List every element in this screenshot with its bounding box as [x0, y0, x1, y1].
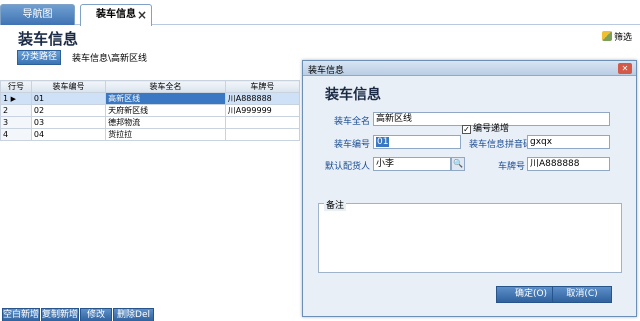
table-row[interactable]: 4 04 货拉拉: [0, 128, 301, 141]
increment-checkbox-row[interactable]: ✓ 编号递增: [462, 121, 509, 134]
remark-textarea[interactable]: [318, 203, 622, 273]
remark-label: 备注: [324, 198, 347, 211]
pinyin-label: 装车信息拼音码: [468, 140, 532, 150]
table-row[interactable]: 2 02 天府新区线 川A999999: [0, 104, 301, 117]
category-path-button[interactable]: 分类路径: [17, 50, 62, 65]
loading-info-table: 行号 装车编号 装车全名 车牌号 1 ▶ 01 高新区线 川A888888 2 …: [0, 80, 301, 141]
column-header-plate[interactable]: 车牌号: [224, 80, 301, 93]
copy-new-button[interactable]: 复制新增: [41, 308, 79, 321]
column-header-code[interactable]: 装车编号: [30, 80, 107, 93]
filter-label: 筛选: [614, 33, 633, 43]
cell-code[interactable]: 03: [30, 116, 107, 129]
row-number: 2: [0, 104, 32, 117]
search-icon[interactable]: 🔍: [451, 157, 465, 171]
delivery-person-label: 默认配货人: [324, 162, 370, 172]
table-row[interactable]: 3 03 德邦物流: [0, 116, 301, 129]
code-field[interactable]: 01: [373, 135, 461, 149]
table-header-row: 行号 装车编号 装车全名 车牌号: [0, 80, 301, 93]
cell-full-name[interactable]: 天府新区线: [105, 104, 226, 117]
pinyin-field[interactable]: gxqx: [527, 135, 610, 149]
cell-code[interactable]: 04: [30, 128, 107, 141]
cell-code[interactable]: 01: [30, 92, 107, 105]
plate-label: 车牌号: [497, 162, 525, 172]
filter-button[interactable]: 筛选: [602, 30, 632, 43]
row-number: 3: [0, 116, 32, 129]
row-number: 4: [0, 128, 32, 141]
current-row-icon: ▶: [10, 95, 17, 103]
increment-checkbox[interactable]: ✓: [462, 125, 471, 134]
cell-plate[interactable]: [224, 128, 301, 141]
page-title: 装车信息: [18, 30, 79, 48]
tab-loading-info-label: 装车信息: [96, 9, 136, 20]
dialog-close-button[interactable]: ✕: [618, 63, 632, 74]
cell-code[interactable]: 02: [30, 104, 107, 117]
close-icon[interactable]: ×: [137, 5, 147, 25]
dialog-titlebar[interactable]: 装车信息 ✕: [303, 61, 636, 76]
cell-full-name[interactable]: 德邦物流: [105, 116, 226, 129]
new-blank-button[interactable]: 空白新增: [2, 308, 40, 321]
tab-loading-info[interactable]: 装车信息 ×: [80, 4, 152, 26]
column-header-row-number[interactable]: 行号: [0, 80, 32, 93]
dialog-heading: 装车信息: [325, 87, 381, 103]
cancel-button[interactable]: 取消(C): [552, 286, 612, 303]
dialog-window-title: 装车信息: [308, 66, 345, 76]
tab-strip: 导航图 装车信息 ×: [0, 0, 640, 26]
loading-info-dialog: 装车信息 ✕ 装车信息: [302, 60, 637, 317]
breadcrumb: 装车信息\高新区线: [72, 54, 148, 64]
increment-label: 编号递增: [473, 124, 510, 134]
delete-button[interactable]: 删除Del: [113, 308, 154, 321]
cell-plate[interactable]: [224, 116, 301, 129]
cell-full-name[interactable]: 货拉拉: [105, 128, 226, 141]
code-field-value: 01: [376, 137, 390, 147]
delivery-person-field[interactable]: 小李: [373, 157, 451, 171]
full-name-label: 装车全名: [333, 117, 370, 127]
plate-field[interactable]: 川A888888: [527, 157, 610, 171]
code-label: 装车编号: [333, 140, 370, 150]
table-row[interactable]: 1 ▶ 01 高新区线 川A888888: [0, 92, 301, 105]
cell-plate[interactable]: 川A999999: [224, 104, 301, 117]
edit-button[interactable]: 修改: [80, 308, 112, 321]
row-number: 1: [3, 94, 9, 103]
tab-navigation-map-label: 导航图: [22, 9, 53, 20]
cell-full-name[interactable]: 高新区线: [105, 92, 226, 105]
tab-navigation-map[interactable]: 导航图: [0, 4, 75, 25]
filter-icon: [602, 31, 612, 41]
column-header-full-name[interactable]: 装车全名: [105, 80, 226, 93]
cell-plate[interactable]: 川A888888: [224, 92, 301, 105]
